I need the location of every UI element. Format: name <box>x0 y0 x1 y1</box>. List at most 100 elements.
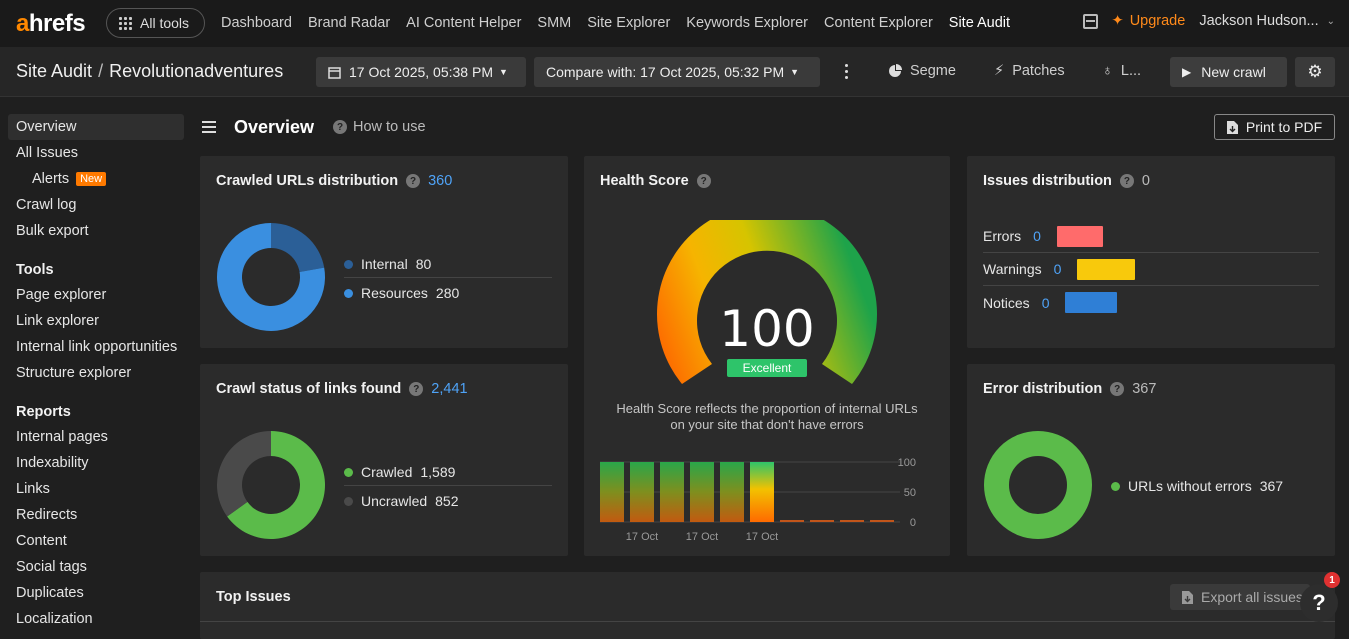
sidebar-item-alerts[interactable]: Alerts New <box>8 166 184 192</box>
legend-resources[interactable]: Resources 280 <box>344 285 459 301</box>
legend-dot <box>1111 481 1120 491</box>
sidebar-item-page-explorer[interactable]: Page explorer <box>8 282 184 308</box>
errors-bar <box>1056 225 1103 247</box>
warnings-bar <box>1077 258 1136 280</box>
more-options-icon[interactable] <box>845 64 848 79</box>
sidebar-item-internal-pages[interactable]: Internal pages <box>8 424 184 450</box>
x-tick-label: 17 Oct <box>626 531 658 543</box>
x-tick-label: 17 Oct <box>746 531 778 543</box>
lightning-icon: ⚡ <box>994 63 1005 79</box>
legend-internal[interactable]: Internal 80 <box>344 256 431 272</box>
error-distribution-donut <box>984 431 1092 539</box>
donut-slice-internal[interactable] <box>271 223 325 272</box>
notices-bar <box>1065 292 1118 313</box>
play-icon: ▶ <box>1182 65 1192 79</box>
export-all-issues-button[interactable]: Export all issues <box>1170 584 1310 610</box>
sidebar-item-bulk-export[interactable]: Bulk export <box>8 218 184 244</box>
health-bar[interactable] <box>750 462 774 522</box>
menu-toggle-icon[interactable] <box>202 121 216 133</box>
pie-icon <box>889 64 902 77</box>
nav-smm[interactable]: SMM <box>537 15 571 31</box>
print-to-pdf-button[interactable]: Print to PDF <box>1214 114 1335 140</box>
legend-dot <box>344 496 353 506</box>
sidebar-item-localization[interactable]: Localization <box>8 606 184 632</box>
nav-site-explorer[interactable]: Site Explorer <box>587 15 670 31</box>
health-bar[interactable] <box>600 462 624 522</box>
issues-row-notices[interactable]: Notices 0 <box>983 286 1319 319</box>
sidebar-item-links[interactable]: Links <box>8 476 184 502</box>
health-bar[interactable] <box>630 462 654 522</box>
sidebar-item-internal-link-opportunities[interactable]: Internal link opportunities <box>8 334 184 360</box>
health-score-card: Health Score ? 100 Excellent Health Scor… <box>584 156 950 556</box>
grid-icon <box>119 16 132 30</box>
legend-uncrawled[interactable]: Uncrawled 852 <box>344 493 459 509</box>
gear-icon: ⚙ <box>1307 62 1323 81</box>
help-icon[interactable]: ? <box>1110 382 1125 396</box>
sidebar-item-all-issues[interactable]: All Issues <box>8 140 184 166</box>
sidebar-heading-reports: Reports <box>16 404 71 420</box>
nav-dashboard[interactable]: Dashboard <box>221 15 292 31</box>
help-icon[interactable]: ? <box>696 174 711 188</box>
upgrade-link[interactable]: ✦ Upgrade <box>1112 13 1186 29</box>
segments-button[interactable]: Segme <box>888 63 956 79</box>
third-tool-button[interactable]: ♁ L... <box>1102 63 1141 79</box>
health-bar[interactable] <box>870 520 894 522</box>
crawl-date-select[interactable]: 17 Oct 2025, 05:38 PM ▼ <box>316 57 526 87</box>
top-issues-card: Top Issues <box>200 572 1335 639</box>
nav-brand-radar[interactable]: Brand Radar <box>308 15 390 31</box>
donut-slice-urls-without-errors[interactable] <box>984 431 1092 539</box>
legend-crawled[interactable]: Crawled 1,589 <box>344 464 455 480</box>
error-distribution-card: Error distribution ? 367 URLs without er… <box>967 364 1335 556</box>
all-tools-button[interactable]: All tools <box>106 8 205 38</box>
ahrefs-logo[interactable]: ahrefs <box>16 10 86 38</box>
calendar-icon <box>328 66 341 79</box>
sidebar-item-structure-explorer[interactable]: Structure explorer <box>8 360 184 386</box>
help-chat-button[interactable]: ? <box>1300 584 1338 622</box>
sidebar-heading-tools: Tools <box>16 262 54 278</box>
crawl-status-card: Crawl status of links found ? 2,441 Craw… <box>200 364 568 556</box>
issues-row-errors[interactable]: Errors 0 <box>983 220 1319 253</box>
compare-date-select[interactable]: Compare with: 17 Oct 2025, 05:32 PM ▼ <box>534 57 820 87</box>
crawled-urls-card: Crawled URLs distribution ? 360 Internal… <box>200 156 568 348</box>
donut-slice-uncrawled[interactable] <box>217 431 271 517</box>
download-icon <box>1182 590 1193 604</box>
legend-urls-without-errors[interactable]: URLs without errors 367 <box>1111 478 1283 494</box>
notification-badge: 1 <box>1324 572 1340 588</box>
health-bar[interactable] <box>840 520 864 522</box>
settings-button[interactable]: ⚙ <box>1295 57 1335 87</box>
patches-button[interactable]: ⚡ Patches <box>994 63 1065 79</box>
sidebar-item-link-explorer[interactable]: Link explorer <box>8 308 184 334</box>
sidebar-item-content[interactable]: Content <box>8 528 184 554</box>
sidebar-item-crawl-log[interactable]: Crawl log <box>8 192 184 218</box>
sidebar-item-social-tags[interactable]: Social tags <box>8 554 184 580</box>
x-tick-label: 17 Oct <box>686 531 718 543</box>
health-bar[interactable] <box>720 462 744 522</box>
issues-distribution-card: Issues distribution ? 0 Errors 0 Warnings… <box>967 156 1335 348</box>
new-crawl-button[interactable]: ▶ New crawl <box>1170 57 1287 87</box>
inbox-icon[interactable] <box>1082 13 1098 29</box>
chevron-down-icon: ⌄ <box>1326 15 1335 27</box>
nav-site-audit[interactable]: Site Audit <box>949 15 1010 31</box>
y-tick-label: 50 <box>904 487 916 499</box>
issues-row-warnings[interactable]: Warnings 0 <box>983 253 1319 286</box>
health-bar[interactable] <box>780 520 804 522</box>
help-icon[interactable]: ? <box>1119 174 1134 188</box>
how-to-use-link[interactable]: ? How to use <box>333 119 426 135</box>
sidebar-item-overview[interactable]: Overview <box>8 114 184 140</box>
health-bar[interactable] <box>810 520 834 522</box>
user-menu[interactable]: Jackson Hudson... ⌄ <box>1199 13 1335 29</box>
sidebar-item-redirects[interactable]: Redirects <box>8 502 184 528</box>
sparkle-icon: ✦ <box>1111 13 1124 29</box>
help-icon[interactable]: ? <box>409 382 424 396</box>
health-score-value: 100 <box>719 300 815 358</box>
chevron-down-icon: ▼ <box>498 67 508 77</box>
sidebar-item-duplicates[interactable]: Duplicates <box>8 580 184 606</box>
health-bar[interactable] <box>660 462 684 522</box>
sidebar-item-indexability[interactable]: Indexability <box>8 450 184 476</box>
help-icon[interactable]: ? <box>406 174 421 188</box>
crawled-urls-donut <box>217 223 325 331</box>
nav-content-explorer[interactable]: Content Explorer <box>824 15 933 31</box>
nav-keywords-explorer[interactable]: Keywords Explorer <box>686 15 808 31</box>
health-bar[interactable] <box>690 462 714 522</box>
nav-ai-content-helper[interactable]: AI Content Helper <box>406 15 521 31</box>
